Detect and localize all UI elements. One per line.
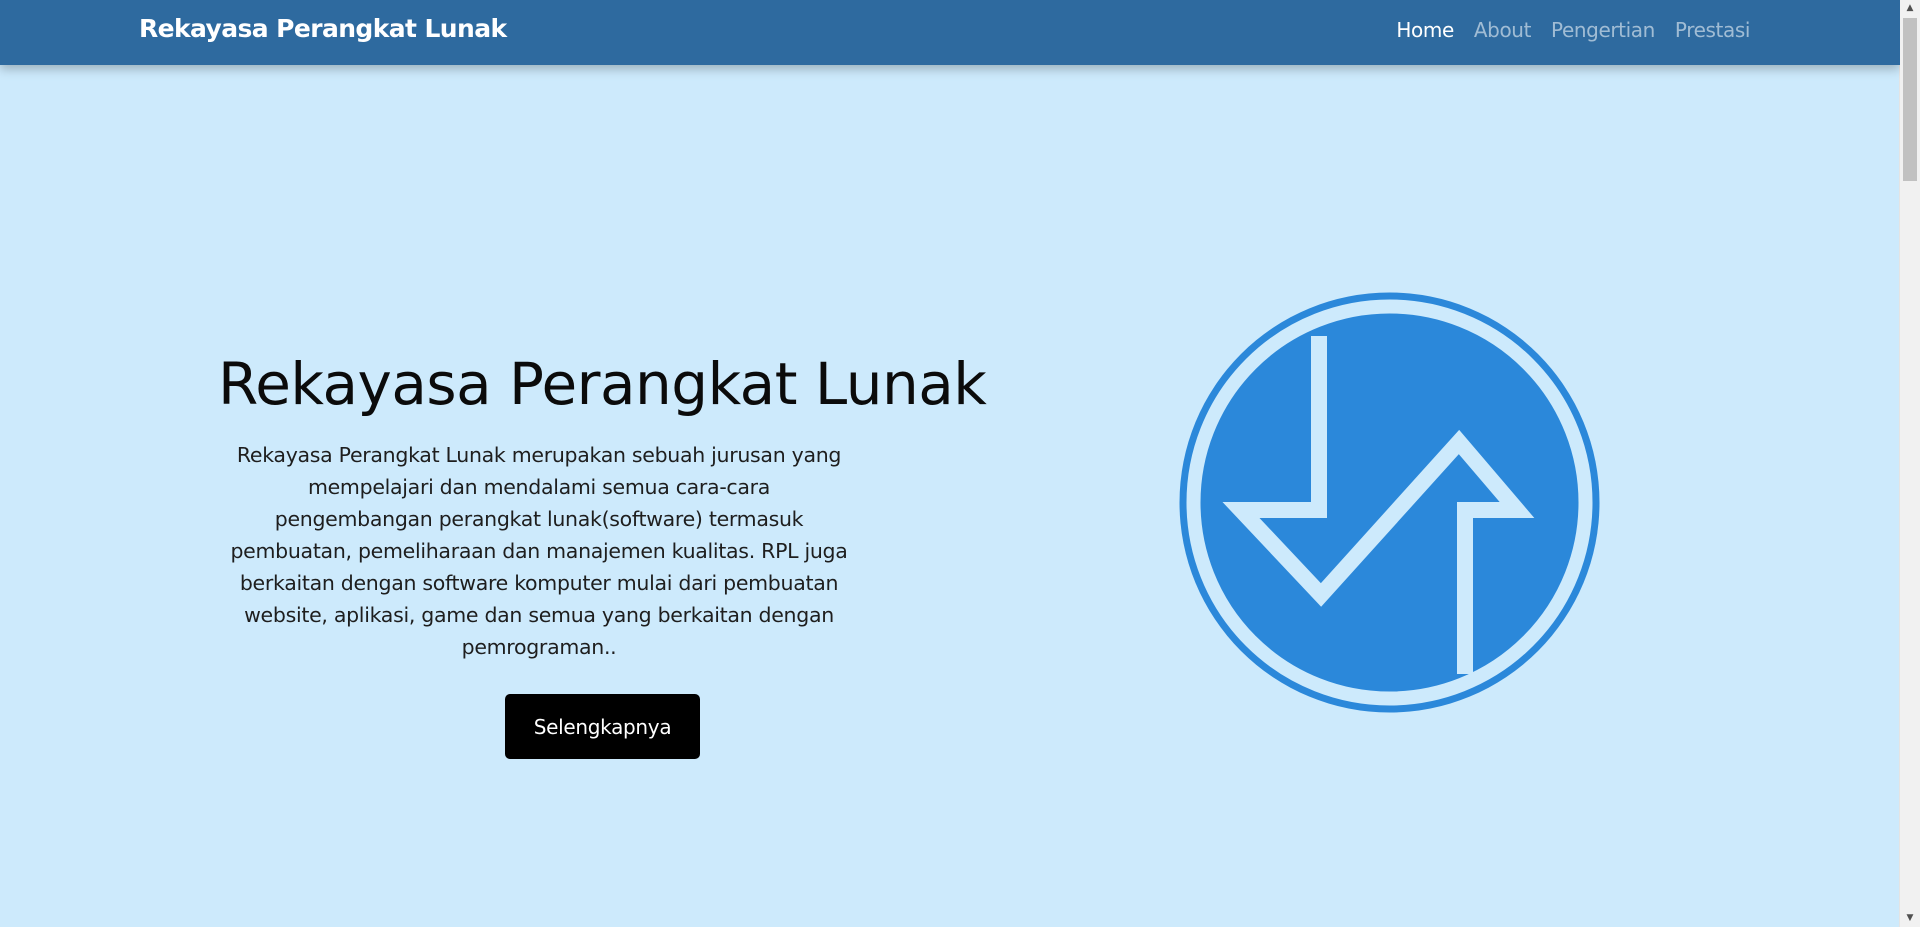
nav-links: Home About Pengertian Prestasi — [1396, 18, 1750, 42]
rpl-logo-icon — [1179, 292, 1600, 713]
hero-title: Rekayasa Perangkat Lunak — [218, 350, 987, 418]
page: Rekayasa Perangkat Lunak Home About Peng… — [0, 0, 1900, 927]
nav-link-home[interactable]: Home — [1396, 18, 1454, 42]
scroll-up-arrow-icon[interactable]: ▲ — [1900, 0, 1920, 17]
scroll-down-arrow-icon[interactable]: ▼ — [1900, 910, 1920, 927]
navbar: Rekayasa Perangkat Lunak Home About Peng… — [0, 0, 1900, 65]
selengkapnya-button[interactable]: Selengkapnya — [505, 694, 700, 759]
navbar-brand[interactable]: Rekayasa Perangkat Lunak — [139, 14, 507, 43]
nav-link-pengertian[interactable]: Pengertian — [1551, 18, 1655, 42]
hero-description: Rekayasa Perangkat Lunak merupakan sebua… — [230, 443, 848, 659]
nav-link-about[interactable]: About — [1474, 18, 1532, 42]
vertical-scrollbar[interactable]: ▲ ▼ — [1899, 0, 1920, 927]
scroll-thumb[interactable] — [1903, 18, 1917, 181]
nav-link-prestasi[interactable]: Prestasi — [1675, 18, 1750, 42]
